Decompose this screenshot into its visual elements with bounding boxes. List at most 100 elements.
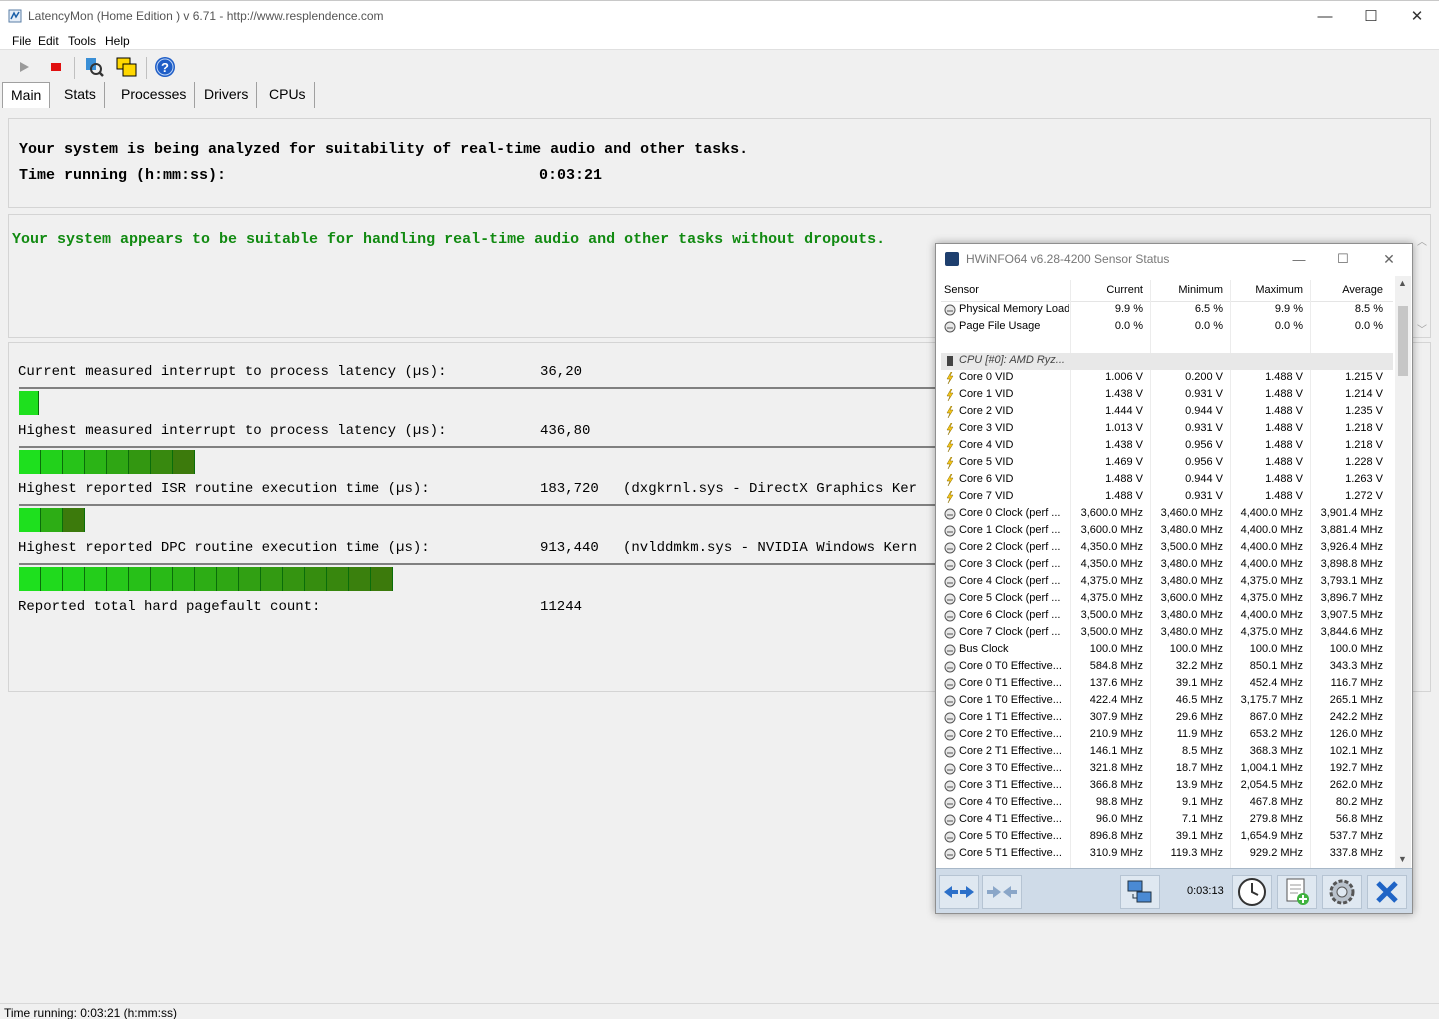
sensor-name: Core 4 VID: [959, 439, 1014, 451]
sensor-current: 321.8 MHz: [1089, 762, 1143, 774]
help-button[interactable]: ?: [153, 55, 177, 79]
hwinfo-maximize-button[interactable]: ☐: [1320, 244, 1366, 274]
close-button[interactable]: ✕: [1394, 1, 1439, 31]
latency-bar-segment: [349, 567, 371, 591]
sensor-row[interactable]: Core 6 Clock (perf ... 3,500.0 MHz 3,480.0…: [941, 608, 1393, 625]
tab-stats[interactable]: Stats: [56, 82, 105, 108]
sensor-row[interactable]: Core 4 T1 Effective... 96.0 MHz 7.1 MHz 279…: [941, 812, 1393, 829]
tab-processes[interactable]: Processes: [113, 82, 196, 108]
gauge-icon: [944, 321, 956, 333]
col-average[interactable]: Average: [1342, 284, 1383, 296]
maximize-button[interactable]: ☐: [1348, 1, 1394, 31]
sensor-row[interactable]: Core 2 T0 Effective... 210.9 MHz 11.9 MHz 6…: [941, 727, 1393, 744]
collapse-arrows-button[interactable]: [982, 875, 1022, 909]
windows-button[interactable]: [114, 55, 138, 79]
latency-bar-segment: [217, 567, 239, 591]
sensor-name: Core 0 Clock (perf ...: [959, 507, 1061, 519]
latency-bar-segment: [19, 508, 41, 532]
sensor-row[interactable]: Core 4 T0 Effective... 98.8 MHz 9.1 MHz 467…: [941, 795, 1393, 812]
sensor-row[interactable]: Core 0 Clock (perf ... 3,600.0 MHz 3,460.0…: [941, 506, 1393, 523]
col-maximum[interactable]: Maximum: [1255, 284, 1303, 296]
sensor-maximum: 929.2 MHz: [1249, 847, 1303, 859]
latencymon-app-icon: [8, 9, 22, 23]
scroll-down-icon[interactable]: ▼: [1398, 854, 1407, 864]
sensor-row[interactable]: Core 0 VID 1.006 V 0.200 V 1.488 V 1.215 V: [941, 370, 1393, 387]
hwinfo-scrollbar[interactable]: ▲ ▼: [1395, 276, 1411, 868]
scroll-down-icon[interactable]: ﹀: [1417, 321, 1427, 336]
windows-icon: [116, 57, 137, 77]
col-current[interactable]: Current: [1106, 284, 1143, 296]
sensor-row[interactable]: Core 3 T1 Effective... 366.8 MHz 13.9 MHz 2…: [941, 778, 1393, 795]
tab-cpus[interactable]: CPUs: [261, 82, 315, 108]
voltage-bolt-icon: [946, 372, 954, 384]
sensor-row[interactable]: Core 5 VID 1.469 V 0.956 V 1.488 V 1.228 V: [941, 455, 1393, 472]
sensor-current: 100.0 MHz: [1089, 643, 1143, 655]
sensor-current: 210.9 MHz: [1089, 728, 1143, 740]
tab-drivers[interactable]: Drivers: [196, 82, 258, 108]
sensor-name: Core 5 VID: [959, 456, 1014, 468]
report-button[interactable]: [1277, 875, 1317, 909]
menu-tools[interactable]: Tools: [68, 34, 96, 48]
gauge-icon: [944, 559, 956, 571]
sensor-row[interactable]: Core 4 Clock (perf ... 4,375.0 MHz 3,480.0…: [941, 574, 1393, 591]
sensor-row[interactable]: Core 1 T1 Effective... 307.9 MHz 29.6 MHz 8…: [941, 710, 1393, 727]
sensor-maximum: 4,375.0 MHz: [1240, 592, 1303, 604]
sensor-row[interactable]: Core 7 Clock (perf ... 3,500.0 MHz 3,480.0…: [941, 625, 1393, 642]
play-button[interactable]: [12, 55, 36, 79]
sensor-row[interactable]: Core 4 VID 1.438 V 0.956 V 1.488 V 1.218 V: [941, 438, 1393, 455]
scroll-thumb[interactable]: [1398, 306, 1408, 376]
voltage-bolt-icon: [946, 406, 954, 418]
settings-button[interactable]: [1322, 875, 1362, 909]
sensor-row[interactable]: Core 3 Clock (perf ... 4,350.0 MHz 3,480.0…: [941, 557, 1393, 574]
sensor-minimum: 46.5 MHz: [1175, 694, 1223, 706]
analyze-button[interactable]: [82, 55, 106, 79]
col-minimum[interactable]: Minimum: [1178, 284, 1223, 296]
network-button[interactable]: [1120, 875, 1160, 909]
sensor-maximum: 368.3 MHz: [1249, 745, 1303, 757]
sensor-row[interactable]: Physical Memory Load 9.9 % 6.5 % 9.9 % 8.5 %: [941, 302, 1393, 319]
sensor-row[interactable]: Core 6 VID 1.488 V 0.944 V 1.488 V 1.263 V: [941, 472, 1393, 489]
col-sensor[interactable]: Sensor: [944, 284, 979, 296]
sensor-row[interactable]: Page File Usage 0.0 % 0.0 % 0.0 % 0.0 %: [941, 319, 1393, 336]
verdict-scrollbar[interactable]: ︿ ﹀: [1413, 215, 1430, 337]
sensor-row[interactable]: Core 1 T0 Effective... 422.4 MHz 46.5 MHz 3…: [941, 693, 1393, 710]
scroll-up-icon[interactable]: ▲: [1398, 278, 1407, 288]
sensor-row[interactable]: Core 5 T1 Effective... 310.9 MHz 119.3 MHz…: [941, 846, 1393, 863]
sensor-row[interactable]: Bus Clock 100.0 MHz 100.0 MHz 100.0 MHz 100.…: [941, 642, 1393, 659]
menu-help[interactable]: Help: [105, 34, 130, 48]
sensor-row[interactable]: Core 3 T0 Effective... 321.8 MHz 18.7 MHz 1…: [941, 761, 1393, 778]
menu-file[interactable]: File: [12, 34, 31, 48]
sensor-average: 102.1 MHz: [1329, 745, 1383, 757]
sensor-row[interactable]: Core 0 T1 Effective... 137.6 MHz 39.1 MHz 4…: [941, 676, 1393, 693]
sensor-row[interactable]: Core 3 VID 1.013 V 0.931 V 1.488 V 1.218 V: [941, 421, 1393, 438]
sensor-current: 310.9 MHz: [1089, 847, 1143, 859]
minimize-button[interactable]: —: [1302, 1, 1348, 31]
sensor-row[interactable]: Core 7 VID 1.488 V 0.931 V 1.488 V 1.272 V: [941, 489, 1393, 506]
sensor-row[interactable]: Core 0 T0 Effective... 584.8 MHz 32.2 MHz 8…: [941, 659, 1393, 676]
stop-button[interactable]: [44, 55, 68, 79]
timer-button[interactable]: [1232, 875, 1272, 909]
sensor-row[interactable]: Core 2 Clock (perf ... 4,350.0 MHz 3,500.0…: [941, 540, 1393, 557]
expand-arrows-button[interactable]: [939, 875, 979, 909]
sensor-row[interactable]: [941, 336, 1393, 353]
sensor-minimum: 13.9 MHz: [1175, 779, 1223, 791]
sensor-maximum: 100.0 MHz: [1249, 643, 1303, 655]
sensor-row[interactable]: Core 2 VID 1.444 V 0.944 V 1.488 V 1.235 V: [941, 404, 1393, 421]
sensor-row[interactable]: Core 2 T1 Effective... 146.1 MHz 8.5 MHz 36…: [941, 744, 1393, 761]
tab-main[interactable]: Main: [2, 82, 51, 108]
exit-button[interactable]: [1367, 875, 1407, 909]
analysis-message: Your system is being analyzed for suitab…: [19, 141, 749, 158]
sensor-row[interactable]: Core 1 Clock (perf ... 3,600.0 MHz 3,480.0…: [941, 523, 1393, 540]
sensor-group-row[interactable]: CPU [#0]: AMD Ryz...: [941, 353, 1393, 370]
scroll-up-icon[interactable]: ︿: [1417, 233, 1427, 248]
sensor-row[interactable]: Core 5 T0 Effective... 896.8 MHz 39.1 MHz 1…: [941, 829, 1393, 846]
hwinfo-minimize-button[interactable]: —: [1276, 244, 1322, 274]
settings-icon: [1329, 879, 1355, 905]
hwinfo-close-button[interactable]: ✕: [1366, 244, 1412, 274]
sensor-row[interactable]: Core 1 VID 1.438 V 0.931 V 1.488 V 1.214 V: [941, 387, 1393, 404]
latency-bar-segment: [173, 450, 195, 474]
sensor-minimum: 0.931 V: [1185, 490, 1223, 502]
sensor-row[interactable]: Core 5 Clock (perf ... 4,375.0 MHz 3,600.0…: [941, 591, 1393, 608]
toolbar: ?: [0, 51, 1439, 83]
menu-edit[interactable]: Edit: [38, 34, 59, 48]
